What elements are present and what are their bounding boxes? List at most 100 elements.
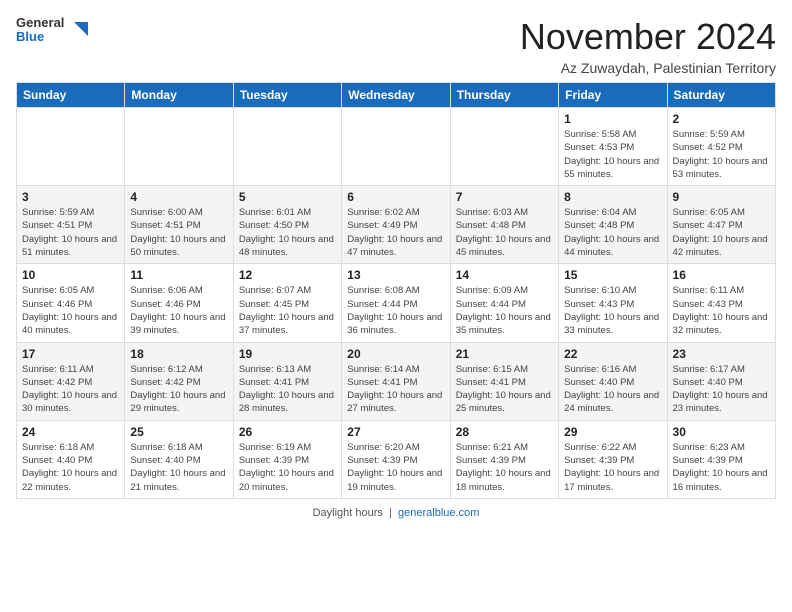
calendar-header-row: SundayMondayTuesdayWednesdayThursdayFrid… <box>17 83 776 108</box>
day-number: 23 <box>673 347 770 361</box>
calendar-cell: 27Sunrise: 6:20 AMSunset: 4:39 PMDayligh… <box>342 420 450 498</box>
day-info: Sunrise: 6:13 AMSunset: 4:41 PMDaylight:… <box>239 363 336 416</box>
weekday-header-monday: Monday <box>125 83 233 108</box>
calendar-cell: 14 Sunrise: 6:09 AMSunset: 4:44 PMDayligh… <box>450 264 558 342</box>
day-info: Sunrise: 6:14 AMSunset: 4:41 PMDaylight:… <box>347 363 444 416</box>
calendar-cell: 4 Sunrise: 6:00 AMSunset: 4:51 PMDaylight… <box>125 186 233 264</box>
day-number: 11 <box>130 268 227 282</box>
day-info: Sunrise: 6:23 AMSunset: 4:39 PMDaylight:… <box>673 441 770 494</box>
calendar-cell <box>342 108 450 186</box>
logo-line1: General <box>16 16 64 30</box>
day-info: Sunrise: 6:04 AMSunset: 4:48 PMDaylight:… <box>564 206 661 259</box>
calendar-cell: 5Sunrise: 6:01 AMSunset: 4:50 PMDaylight… <box>233 186 341 264</box>
day-info: Sunrise: 5:59 AMSunset: 4:52 PMDaylight:… <box>673 128 770 181</box>
calendar-cell: 22 Sunrise: 6:16 AMSunset: 4:40 PMDayligh… <box>559 342 667 420</box>
day-info: Sunrise: 6:18 AMSunset: 4:40 PMDaylight:… <box>130 441 227 494</box>
calendar-cell <box>17 108 125 186</box>
calendar-cell: 15Sunrise: 6:10 AMSunset: 4:43 PMDayligh… <box>559 264 667 342</box>
day-info: Sunrise: 6:09 AMSunset: 4:44 PMDaylight:… <box>456 284 553 337</box>
calendar-cell: 10 Sunrise: 6:05 AMSunset: 4:46 PMDayligh… <box>17 264 125 342</box>
day-number: 29 <box>564 425 661 439</box>
day-number: 7 <box>456 190 553 204</box>
calendar-cell: 19Sunrise: 6:13 AMSunset: 4:41 PMDayligh… <box>233 342 341 420</box>
calendar-cell: 21 Sunrise: 6:15 AMSunset: 4:41 PMDayligh… <box>450 342 558 420</box>
day-info: Sunrise: 6:15 AMSunset: 4:41 PMDaylight:… <box>456 363 553 416</box>
day-number: 24 <box>22 425 119 439</box>
calendar-cell: 25 Sunrise: 6:18 AMSunset: 4:40 PMDayligh… <box>125 420 233 498</box>
logo: General Blue <box>16 16 90 45</box>
calendar-cell <box>125 108 233 186</box>
day-info: Sunrise: 6:12 AMSunset: 4:42 PMDaylight:… <box>130 363 227 416</box>
logo-text: General Blue <box>16 16 64 45</box>
calendar-cell: 30 Sunrise: 6:23 AMSunset: 4:39 PMDayligh… <box>667 420 775 498</box>
day-number: 18 <box>130 347 227 361</box>
logo-line2: Blue <box>16 30 64 44</box>
day-number: 25 <box>130 425 227 439</box>
calendar-cell: 11 Sunrise: 6:06 AMSunset: 4:46 PMDayligh… <box>125 264 233 342</box>
calendar-cell: 13 Sunrise: 6:08 AMSunset: 4:44 PMDayligh… <box>342 264 450 342</box>
day-info: Sunrise: 6:16 AMSunset: 4:40 PMDaylight:… <box>564 363 661 416</box>
day-info: Sunrise: 6:11 AMSunset: 4:43 PMDaylight:… <box>673 284 770 337</box>
day-number: 9 <box>673 190 770 204</box>
day-number: 2 <box>673 112 770 126</box>
day-number: 1 <box>564 112 661 126</box>
location-subtitle: Az Zuwaydah, Palestinian Territory <box>520 60 776 76</box>
calendar-week-row: 3Sunrise: 5:59 AMSunset: 4:51 PMDaylight… <box>17 186 776 264</box>
calendar-cell: 17 Sunrise: 6:11 AMSunset: 4:42 PMDayligh… <box>17 342 125 420</box>
day-info: Sunrise: 6:00 AMSunset: 4:51 PMDaylight:… <box>130 206 227 259</box>
calendar-cell: 6 Sunrise: 6:02 AMSunset: 4:49 PMDaylight… <box>342 186 450 264</box>
day-number: 21 <box>456 347 553 361</box>
day-number: 22 <box>564 347 661 361</box>
footer-text: Daylight hours <box>313 507 383 519</box>
calendar-week-row: 17 Sunrise: 6:11 AMSunset: 4:42 PMDayligh… <box>17 342 776 420</box>
day-info: Sunrise: 6:17 AMSunset: 4:40 PMDaylight:… <box>673 363 770 416</box>
day-info: Sunrise: 6:22 AMSunset: 4:39 PMDaylight:… <box>564 441 661 494</box>
calendar-week-row: 1 Sunrise: 5:58 AMSunset: 4:53 PMDaylight… <box>17 108 776 186</box>
day-info: Sunrise: 6:05 AMSunset: 4:47 PMDaylight:… <box>673 206 770 259</box>
day-number: 14 <box>456 268 553 282</box>
day-info: Sunrise: 6:07 AMSunset: 4:45 PMDaylight:… <box>239 284 336 337</box>
calendar-cell: 2 Sunrise: 5:59 AMSunset: 4:52 PMDaylight… <box>667 108 775 186</box>
weekday-header-wednesday: Wednesday <box>342 83 450 108</box>
day-info: Sunrise: 6:03 AMSunset: 4:48 PMDaylight:… <box>456 206 553 259</box>
calendar-cell: 12Sunrise: 6:07 AMSunset: 4:45 PMDayligh… <box>233 264 341 342</box>
weekday-header-saturday: Saturday <box>667 83 775 108</box>
calendar-cell: 23 Sunrise: 6:17 AMSunset: 4:40 PMDayligh… <box>667 342 775 420</box>
day-number: 28 <box>456 425 553 439</box>
calendar-cell: 28Sunrise: 6:21 AMSunset: 4:39 PMDayligh… <box>450 420 558 498</box>
calendar-cell: 3Sunrise: 5:59 AMSunset: 4:51 PMDaylight… <box>17 186 125 264</box>
day-info: Sunrise: 6:10 AMSunset: 4:43 PMDaylight:… <box>564 284 661 337</box>
day-info: Sunrise: 6:06 AMSunset: 4:46 PMDaylight:… <box>130 284 227 337</box>
day-info: Sunrise: 6:02 AMSunset: 4:49 PMDaylight:… <box>347 206 444 259</box>
calendar-cell <box>233 108 341 186</box>
footer-link[interactable]: generalblue.com <box>398 507 479 519</box>
day-number: 13 <box>347 268 444 282</box>
day-info: Sunrise: 6:08 AMSunset: 4:44 PMDaylight:… <box>347 284 444 337</box>
day-info: Sunrise: 6:05 AMSunset: 4:46 PMDaylight:… <box>22 284 119 337</box>
weekday-header-thursday: Thursday <box>450 83 558 108</box>
calendar-cell: 24Sunrise: 6:18 AMSunset: 4:40 PMDayligh… <box>17 420 125 498</box>
calendar-week-row: 10 Sunrise: 6:05 AMSunset: 4:46 PMDayligh… <box>17 264 776 342</box>
day-info: Sunrise: 6:01 AMSunset: 4:50 PMDaylight:… <box>239 206 336 259</box>
day-number: 17 <box>22 347 119 361</box>
calendar-cell: 29 Sunrise: 6:22 AMSunset: 4:39 PMDayligh… <box>559 420 667 498</box>
logo-icon <box>66 18 90 42</box>
day-info: Sunrise: 5:58 AMSunset: 4:53 PMDaylight:… <box>564 128 661 181</box>
footer: Daylight hours | generalblue.com <box>16 507 776 519</box>
day-info: Sunrise: 6:11 AMSunset: 4:42 PMDaylight:… <box>22 363 119 416</box>
calendar-table: SundayMondayTuesdayWednesdayThursdayFrid… <box>16 82 776 499</box>
day-info: Sunrise: 6:19 AMSunset: 4:39 PMDaylight:… <box>239 441 336 494</box>
day-number: 30 <box>673 425 770 439</box>
day-number: 6 <box>347 190 444 204</box>
weekday-header-tuesday: Tuesday <box>233 83 341 108</box>
day-number: 27 <box>347 425 444 439</box>
day-number: 8 <box>564 190 661 204</box>
header: General Blue November 2024 Az Zuwaydah, … <box>16 16 776 76</box>
day-number: 20 <box>347 347 444 361</box>
calendar-cell: 8 Sunrise: 6:04 AMSunset: 4:48 PMDaylight… <box>559 186 667 264</box>
day-number: 3 <box>22 190 119 204</box>
calendar-cell: 20 Sunrise: 6:14 AMSunset: 4:41 PMDayligh… <box>342 342 450 420</box>
day-number: 4 <box>130 190 227 204</box>
month-title: November 2024 <box>520 16 776 58</box>
day-number: 10 <box>22 268 119 282</box>
